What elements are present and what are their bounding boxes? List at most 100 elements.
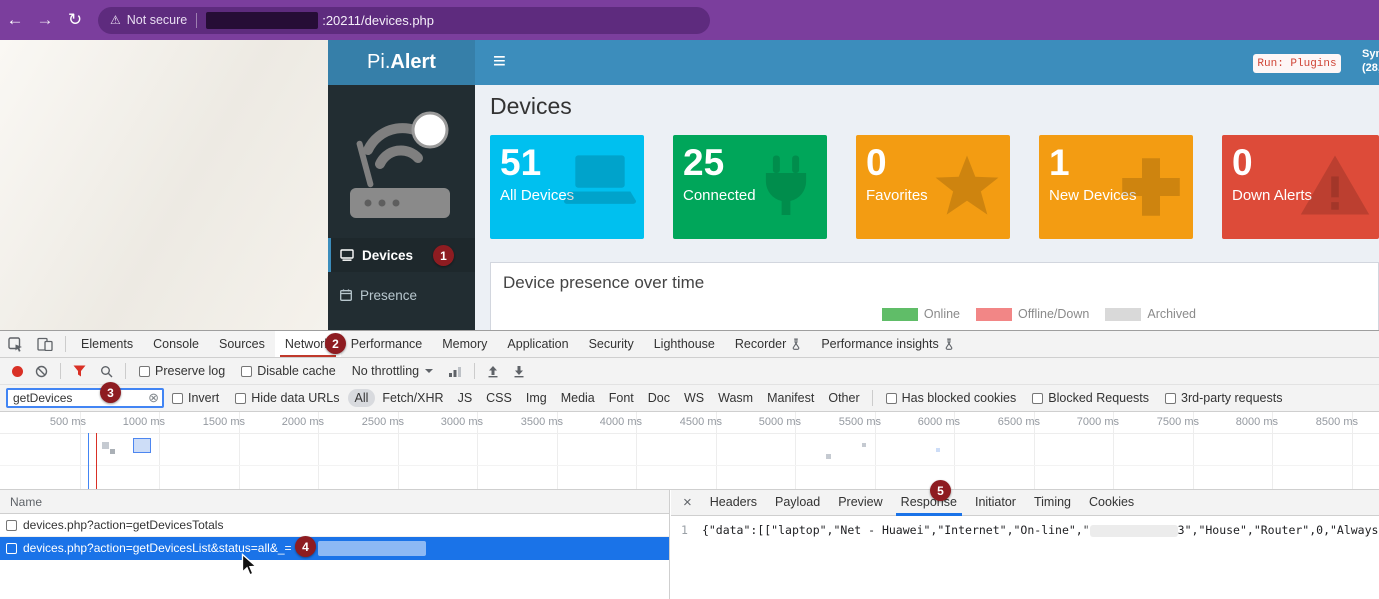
tab-label: Performance insights (821, 331, 938, 357)
tab-lighthouse[interactable]: Lighthouse (644, 331, 725, 357)
timeline-label: 6500 ms (960, 416, 1040, 428)
request-list-header[interactable]: Name (0, 490, 669, 514)
tab-initiator[interactable]: Initiator (966, 490, 1025, 516)
filter-pill-all[interactable]: All (348, 389, 376, 407)
filter-pill-media[interactable]: Media (554, 389, 602, 407)
annotation-badge-4: 4 (295, 536, 316, 557)
filter-pill-other[interactable]: Other (821, 389, 866, 407)
tab-label: Recorder (735, 331, 786, 357)
filter-pill-img[interactable]: Img (519, 389, 554, 407)
router-illustration (342, 92, 460, 235)
tab-payload[interactable]: Payload (766, 490, 829, 516)
forward-button[interactable]: → (30, 10, 60, 30)
filter-pill-ws[interactable]: WS (677, 389, 711, 407)
timeline-label: 7000 ms (1039, 416, 1119, 428)
checkbox[interactable] (6, 543, 17, 554)
app-sidebar: Pi.Alert Devices Presence (328, 40, 475, 330)
stat-card-favorites[interactable]: 0 Favorites (856, 135, 1010, 239)
throttling-value: No throttling (352, 364, 419, 378)
filter-pill-font[interactable]: Font (602, 389, 641, 407)
preserve-log-checkbox[interactable]: Preserve log (139, 364, 225, 378)
tab-performance-insights[interactable]: Performance insights (811, 331, 963, 357)
tab-sources[interactable]: Sources (209, 331, 275, 357)
checkbox[interactable] (6, 520, 17, 531)
filter-pill-manifest[interactable]: Manifest (760, 389, 821, 407)
stat-card-connected[interactable]: 25 Connected (673, 135, 827, 239)
line-number: 1 (681, 523, 688, 537)
tab-timing[interactable]: Timing (1025, 490, 1080, 516)
legend-item-offline[interactable]: Offline/Down (976, 307, 1089, 321)
reload-button[interactable]: ↻ (60, 10, 90, 30)
network-overview-timeline[interactable]: 500 ms 1000 ms 1500 ms 2000 ms 2500 ms 3… (0, 412, 1379, 490)
checkbox[interactable] (235, 393, 246, 404)
tab-headers[interactable]: Headers (701, 490, 766, 516)
legend-item-archived[interactable]: Archived (1105, 307, 1196, 321)
legend-item-online[interactable]: Online (882, 307, 960, 321)
tab-performance[interactable]: Performance (341, 331, 433, 357)
import-har-icon[interactable] (487, 365, 499, 378)
address-bar[interactable]: ⚠ Not secure :20211/devices.php (98, 7, 710, 34)
presence-legend: Online Offline/Down Archived (882, 307, 1196, 321)
tab-application[interactable]: Application (497, 331, 578, 357)
sidebar-item-presence[interactable]: Presence (328, 278, 475, 312)
timeline-divider (0, 465, 1379, 466)
stat-card-all-devices[interactable]: 51 All Devices (490, 135, 644, 239)
third-party-requests-checkbox[interactable]: 3rd-party requests (1165, 391, 1282, 405)
filter-input[interactable] (6, 388, 164, 408)
tab-response[interactable]: Response (892, 490, 966, 516)
tab-security[interactable]: Security (579, 331, 644, 357)
blocked-requests-checkbox[interactable]: Blocked Requests (1032, 391, 1149, 405)
calendar-icon (340, 289, 352, 301)
network-conditions-icon[interactable] (448, 365, 462, 377)
filter-pill-wasm[interactable]: Wasm (711, 389, 760, 407)
checkbox[interactable] (1032, 393, 1043, 404)
tab-preview[interactable]: Preview (829, 490, 891, 516)
activity-mark (102, 442, 109, 449)
tab-cookies[interactable]: Cookies (1080, 490, 1143, 516)
filter-pill-doc[interactable]: Doc (641, 389, 677, 407)
checkbox[interactable] (1165, 393, 1176, 404)
response-body[interactable]: 1{"data":[["laptop","Net - Huawei","Inte… (671, 516, 1379, 537)
timeline-label: 8000 ms (1198, 416, 1278, 428)
has-blocked-cookies-checkbox[interactable]: Has blocked cookies (886, 391, 1017, 405)
request-row[interactable]: devices.php?action=getDevicesTotals (0, 514, 669, 537)
run-plugins-button[interactable]: Run: Plugins (1253, 54, 1341, 73)
record-button[interactable] (12, 366, 23, 377)
timeline-label: 3000 ms (403, 416, 483, 428)
tab-memory[interactable]: Memory (432, 331, 497, 357)
device-toolbar-icon[interactable] (37, 337, 53, 351)
app-main: ≡ Run: Plugins Sym (28, Devices 51 All D… (475, 40, 1379, 330)
clear-filter-icon[interactable]: ⊗ (148, 390, 159, 406)
search-icon[interactable] (100, 365, 113, 378)
export-har-icon[interactable] (513, 365, 525, 378)
menu-toggle-icon[interactable]: ≡ (493, 48, 506, 74)
timeline-label: 8500 ms (1278, 416, 1358, 428)
tab-console[interactable]: Console (143, 331, 209, 357)
request-row-selected[interactable]: devices.php?action=getDevicesList&status… (0, 537, 669, 560)
filter-icon[interactable] (73, 365, 86, 377)
checkbox[interactable] (139, 366, 150, 377)
tab-elements[interactable]: Elements (71, 331, 143, 357)
app-brand[interactable]: Pi.Alert (328, 40, 475, 85)
checkbox[interactable] (241, 366, 252, 377)
filter-pill-fetch-xhr[interactable]: Fetch/XHR (375, 389, 450, 407)
inspect-element-icon[interactable] (8, 337, 23, 352)
clear-icon[interactable] (35, 365, 48, 378)
checkbox[interactable] (172, 393, 183, 404)
throttling-dropdown[interactable]: No throttling (352, 364, 433, 378)
divider (60, 363, 61, 379)
tab-recorder[interactable]: Recorder (725, 331, 811, 357)
invert-checkbox[interactable]: Invert (172, 391, 219, 405)
presence-panel: Device presence over time Online Offline… (490, 262, 1379, 330)
checkbox-label: Has blocked cookies (902, 391, 1017, 405)
hide-data-urls-checkbox[interactable]: Hide data URLs (235, 391, 339, 405)
stat-card-new-devices[interactable]: 1 New Devices (1039, 135, 1193, 239)
back-button[interactable]: ← (0, 10, 30, 30)
checkbox[interactable] (886, 393, 897, 404)
disable-cache-checkbox[interactable]: Disable cache (241, 364, 336, 378)
close-icon[interactable]: × (683, 494, 692, 511)
stat-card-down-alerts[interactable]: 0 Down Alerts (1222, 135, 1379, 239)
filter-pill-css[interactable]: CSS (479, 389, 519, 407)
filter-pill-js[interactable]: JS (451, 389, 480, 407)
not-secure-label: Not secure (127, 13, 187, 27)
